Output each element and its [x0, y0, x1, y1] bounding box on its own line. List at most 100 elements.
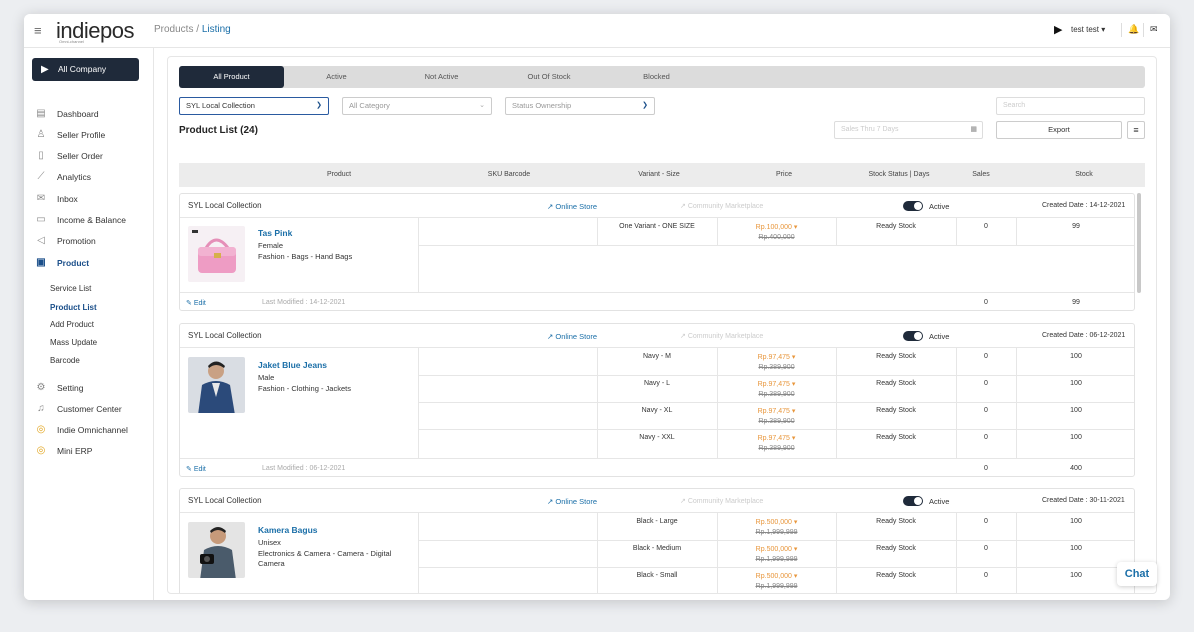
external-link-icon: ↗ — [680, 333, 688, 340]
divider — [1143, 23, 1144, 37]
sidebar-item-setting[interactable]: ⚙ Setting — [34, 380, 149, 396]
tab-active[interactable]: Active — [284, 66, 389, 88]
variant-price[interactable]: Rp.97,475 ▾ Rp.389,900 — [717, 434, 836, 454]
variant-stock: 100 — [1070, 353, 1082, 360]
sidebar-item-label: Indie Omnichannel — [57, 425, 128, 435]
divider — [597, 513, 598, 593]
sidebar-item-product[interactable]: ▣ Product — [34, 255, 149, 271]
variant-price[interactable]: Rp.500,000 ▾ Rp.1,999,999 — [717, 545, 836, 565]
user-menu[interactable]: test test ▾ — [1071, 25, 1105, 34]
price-current: Rp.100,000 ▾ — [755, 224, 798, 231]
sidebar-sub-product-list[interactable]: Product List — [50, 301, 97, 315]
online-store-link[interactable]: ↗ Online Store — [547, 202, 597, 211]
edit-button[interactable]: ✎ Edit — [186, 299, 206, 307]
tab-all-product[interactable]: All Product — [179, 66, 284, 88]
column-variant: Variant - Size — [638, 171, 680, 178]
chat-button[interactable]: Chat — [1117, 562, 1157, 586]
sidebar-item-mini-erp[interactable]: ◎ Mini ERP — [34, 443, 149, 459]
sidebar-sub-add-product[interactable]: Add Product — [50, 318, 94, 332]
variant-stock: 100 — [1070, 434, 1082, 441]
sidebar-item-seller-profile[interactable]: ♙ Seller Profile — [34, 127, 149, 143]
variant-price[interactable]: Rp.500,000 ▾ Rp.1,999,999 — [717, 518, 836, 538]
breadcrumb-current: Listing — [201, 24, 231, 35]
product-image[interactable] — [188, 226, 245, 282]
sidebar-item-label: Inbox — [57, 194, 78, 204]
chevron-down-icon: ❯ — [642, 102, 648, 109]
company-selector[interactable]: ▶ All Company — [32, 58, 139, 81]
divider — [418, 402, 1134, 403]
divider — [956, 348, 957, 458]
collection-value: SYL Local Collection — [186, 101, 255, 110]
price-current: Rp.97,475 ▾ — [757, 354, 796, 361]
tab-blocked[interactable]: Blocked — [604, 66, 709, 88]
sidebar-sub-mass-update[interactable]: Mass Update — [50, 336, 97, 350]
sidebar-item-customer-center[interactable]: ♫ Customer Center — [34, 401, 149, 417]
list-scrollbar[interactable] — [1137, 193, 1141, 293]
ownership-select[interactable]: Status Ownership ❯ — [505, 97, 655, 115]
category-select[interactable]: All Category ⌄ — [342, 97, 492, 115]
collection-select[interactable]: SYL Local Collection ❯ — [179, 97, 329, 115]
divider — [836, 513, 837, 593]
sales-date-input[interactable]: Sales Thru 7 Days ▦ — [834, 121, 983, 139]
active-label: Active — [929, 202, 950, 211]
sidebar-sub-barcode[interactable]: Barcode — [50, 354, 80, 368]
variant-price[interactable]: Rp.97,475 ▾ Rp.389,900 — [717, 407, 836, 427]
total-stock: 99 — [1072, 299, 1080, 306]
active-toggle[interactable] — [903, 331, 923, 341]
search-input[interactable]: Search — [996, 97, 1145, 115]
variant-size: Navy - M — [643, 353, 671, 360]
user-icon: ♙ — [36, 129, 46, 140]
edit-button[interactable]: ✎ Edit — [186, 465, 206, 473]
product-name[interactable]: Kamera Bagus — [258, 525, 318, 535]
sidebar-item-label: Promotion — [57, 236, 96, 246]
active-toggle[interactable] — [903, 201, 923, 211]
divider — [418, 245, 1134, 246]
variant-price[interactable]: Rp.500,000 ▾ Rp.1,999,999 — [717, 572, 836, 592]
sidebar-item-inbox[interactable]: ✉ Inbox — [34, 191, 149, 207]
sidebar-item-indie-omnichannel[interactable]: ◎ Indie Omnichannel — [34, 422, 149, 438]
product-category: Electronics & Camera - Camera - Digital … — [258, 549, 392, 568]
online-store-link[interactable]: ↗ Online Store — [547, 497, 597, 506]
sidebar-item-label: Seller Order — [57, 151, 103, 161]
product-category: Fashion - Bags - Hand Bags — [258, 252, 353, 261]
total-sales: 0 — [984, 465, 988, 472]
sidebar-sub-service-list[interactable]: Service List — [50, 282, 91, 296]
variant-price[interactable]: Rp.97,475 ▾ Rp.389,900 — [717, 353, 836, 373]
sidebar-item-income-balance[interactable]: ▭ Income & Balance — [34, 212, 149, 228]
breadcrumb-root[interactable]: Products — [154, 24, 193, 35]
sidebar-item-analytics[interactable]: ⟋ Analytics — [34, 169, 149, 185]
order-icon: ▯ — [38, 150, 44, 161]
product-image[interactable] — [188, 522, 245, 578]
sidebar-item-dashboard[interactable]: ▤ Dashboard — [34, 106, 149, 122]
created-date: Created Date : 14-12-2021 — [1042, 202, 1126, 209]
sales-date-placeholder: Sales Thru 7 Days — [841, 126, 899, 133]
product-image[interactable] — [188, 357, 245, 413]
price-original: Rp.389,900 — [758, 418, 795, 425]
active-toggle[interactable] — [903, 496, 923, 506]
breadcrumb-separator: / — [193, 24, 202, 35]
sidebar-item-promotion[interactable]: ◁ Promotion — [34, 233, 149, 249]
variant-price[interactable]: Rp.97,475 ▾ Rp.389,900 — [717, 380, 836, 400]
variant-price[interactable]: Rp.100,000 ▾ Rp.400,000 — [717, 223, 836, 243]
mail-icon[interactable]: ✉ — [1150, 24, 1158, 35]
wallet-icon: ▭ — [36, 214, 46, 225]
tab-out-of-stock[interactable]: Out Of Stock — [494, 66, 604, 88]
play-icon: ▶ — [41, 64, 49, 75]
export-button[interactable]: Export — [996, 121, 1122, 139]
more-menu-icon[interactable]: ≡ — [1127, 121, 1145, 139]
product-gender: Female — [258, 241, 284, 250]
product-name[interactable]: Tas Pink — [258, 228, 292, 238]
menu-icon[interactable]: ≡ — [34, 23, 42, 38]
online-store-link[interactable]: ↗ Online Store — [547, 332, 597, 341]
sidebar-item-seller-order[interactable]: ▯ Seller Order — [34, 148, 149, 164]
bell-icon[interactable]: 🔔 — [1128, 24, 1139, 35]
variant-size: Black - Medium — [632, 545, 682, 552]
calendar-icon[interactable]: ▦ — [970, 122, 977, 138]
column-stock: Stock — [1075, 171, 1093, 178]
dashboard-icon: ▤ — [36, 108, 46, 119]
product-name[interactable]: Jaket Blue Jeans — [258, 360, 327, 370]
divider — [418, 429, 1134, 430]
community-marketplace-link: ↗ Community Marketplace — [680, 332, 763, 340]
tab-not-active[interactable]: Not Active — [389, 66, 494, 88]
play-icon[interactable]: ▶ — [1054, 23, 1062, 36]
